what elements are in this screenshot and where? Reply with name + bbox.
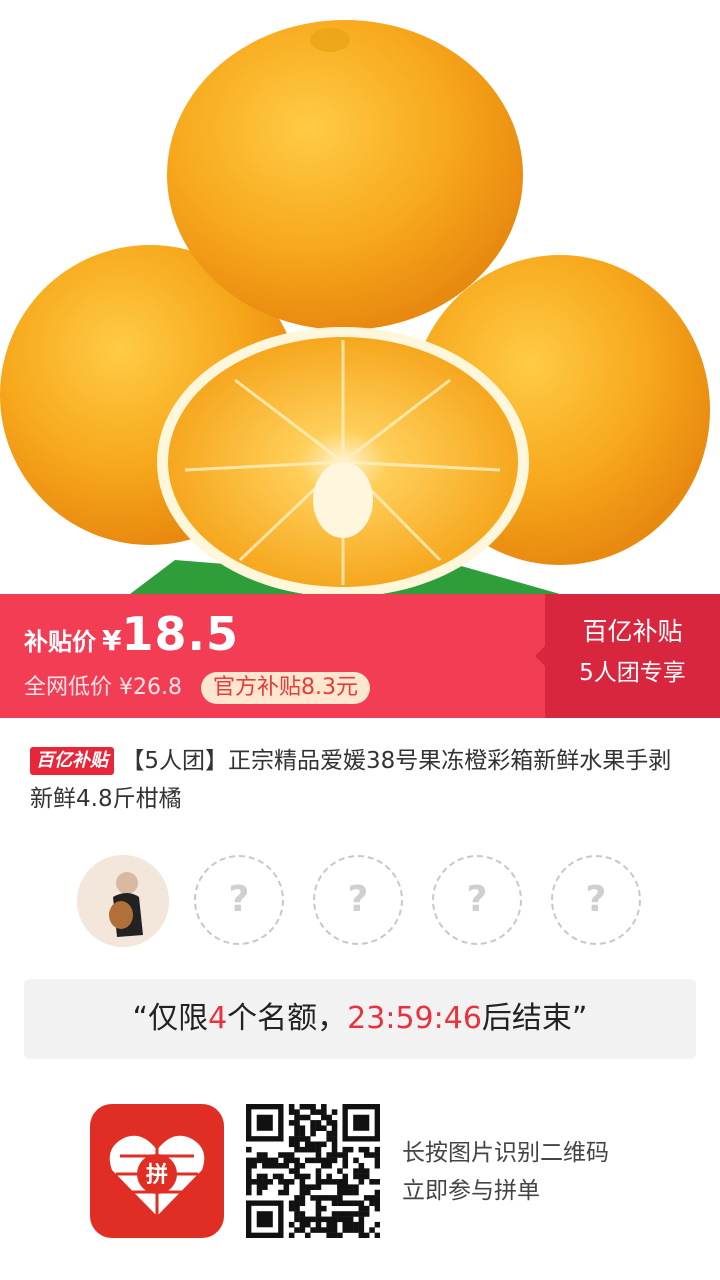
- market-price: 全网低价 ¥26.8: [24, 675, 182, 700]
- empty-member-slot: ?: [194, 855, 284, 945]
- brand-tag: 百亿补贴: [30, 747, 114, 775]
- official-subsidy-badge: 官方补贴8.3元: [200, 672, 370, 704]
- group-members: ? ? ? ?: [0, 855, 720, 950]
- currency-symbol: ¥: [102, 624, 122, 657]
- scan-line-2: 立即参与拼单: [402, 1178, 540, 1204]
- remaining-count: 4: [208, 1001, 228, 1036]
- group-exclusive-label: 5人团专享: [579, 660, 686, 686]
- remaining-slots-notice: “仅限4个名额，23:59:46后结束”: [24, 979, 696, 1059]
- notice-middle: 个名额，: [227, 1001, 348, 1036]
- countdown-timer: 23:59:46: [347, 1001, 482, 1036]
- empty-member-slot: ?: [551, 855, 641, 945]
- scan-instructions: 长按图片识别二维码 立即参与拼单: [402, 1134, 609, 1210]
- logo-char: 拼: [146, 1162, 168, 1188]
- price-info: 补贴价 ¥18.5 全网低价 ¥26.8 官方补贴8.3元: [24, 604, 370, 706]
- share-footer: 拼 长按图片识别二维码 立即参与拼单: [0, 1100, 720, 1250]
- user-avatar-icon: [77, 855, 169, 947]
- open-quote: “: [132, 1001, 149, 1036]
- product-title: 【5人团】正宗精品爱媛38号果冻橙彩箱新鲜水果手剥新鲜4.8斤柑橘: [30, 748, 672, 812]
- price-banner: 补贴价 ¥18.5 全网低价 ¥26.8 官方补贴8.3元 百亿补贴 5人团专享: [0, 594, 720, 718]
- notice-suffix: 后结束: [481, 1001, 572, 1036]
- avatar: [77, 855, 169, 947]
- billion-subsidy-label: 百亿补贴: [582, 617, 683, 646]
- product-title-block: 百亿补贴 【5人团】正宗精品爱媛38号果冻橙彩箱新鲜水果手剥新鲜4.8斤柑橘: [30, 742, 692, 818]
- qr-code-icon: [246, 1104, 381, 1239]
- close-quote: ”: [571, 1001, 588, 1036]
- qr-code[interactable]: [246, 1104, 381, 1239]
- product-image[interactable]: [0, 0, 720, 594]
- pinduoduo-logo-icon: 拼: [90, 1104, 224, 1238]
- subsidy-price-label: 补贴价: [24, 628, 96, 656]
- empty-member-slot: ?: [432, 855, 522, 945]
- oranges-illustration: [0, 20, 710, 594]
- notice-prefix: 仅限: [148, 1001, 209, 1036]
- scan-line-1: 长按图片识别二维码: [402, 1140, 609, 1166]
- current-price: 18.5: [121, 607, 239, 661]
- empty-member-slot: ?: [313, 855, 403, 945]
- subsidy-badge-panel: 百亿补贴 5人团专享: [535, 594, 720, 718]
